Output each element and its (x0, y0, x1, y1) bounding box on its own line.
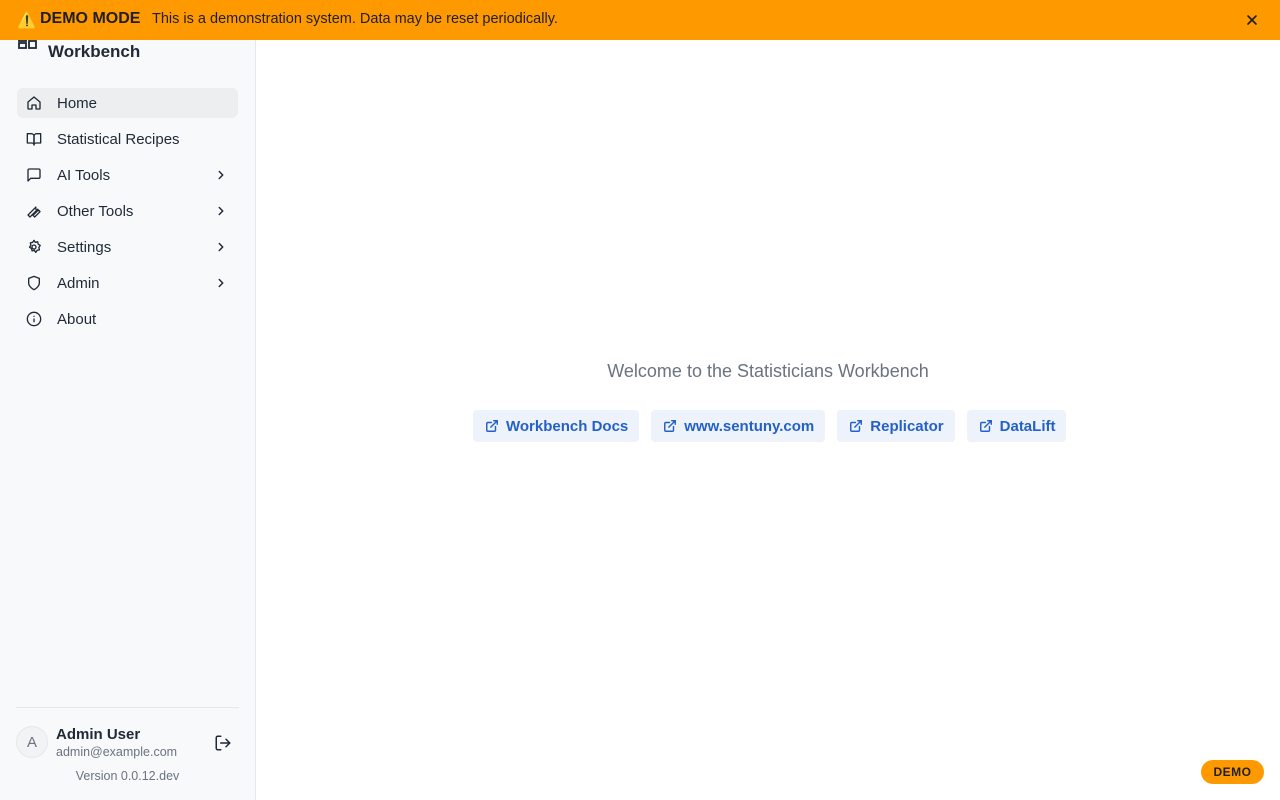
link-label: www.sentuny.com (684, 417, 815, 435)
link-label: Replicator (870, 417, 944, 435)
wrench-icon (26, 203, 42, 219)
sidebar-item-label: Settings (57, 239, 112, 256)
logout-icon[interactable] (214, 734, 232, 752)
chevron-right-icon (214, 168, 228, 182)
sidebar-item-label: Home (57, 95, 98, 112)
sidebar-item-label: Other Tools (57, 203, 134, 220)
demo-badge: DEMO (1201, 760, 1264, 784)
sidebar-item-about[interactable]: About (17, 304, 238, 334)
sidebar-item-other-tools[interactable]: Other Tools (17, 196, 238, 226)
user-name: Admin User (56, 726, 141, 743)
link-datalift[interactable]: DataLift (966, 410, 1067, 442)
demo-banner: ⚠️ DEMO MODE This is a demonstration sys… (0, 0, 1280, 40)
sidebar-item-label: Admin (57, 275, 100, 292)
external-link-icon (849, 419, 863, 433)
message-square-icon (26, 167, 42, 183)
welcome-heading: Welcome to the Statisticians Workbench (607, 361, 929, 381)
sidebar-item-label: About (57, 311, 97, 328)
home-icon (26, 95, 42, 111)
warning-icon: ⚠️ (17, 12, 37, 29)
banner-message: This is a demonstration system. Data may… (152, 11, 558, 27)
close-icon[interactable] (1244, 12, 1260, 28)
sidebar-item-home[interactable]: Home (17, 88, 238, 118)
app-title: Workbench (48, 42, 141, 61)
sidebar-nav: Home Statistical Recipes AI Tools Other … (17, 88, 238, 340)
external-link-icon (979, 419, 993, 433)
chevron-right-icon (214, 204, 228, 218)
sidebar-item-label: AI Tools (57, 167, 111, 184)
chevron-right-icon (214, 240, 228, 254)
link-sentuny[interactable]: www.sentuny.com (651, 410, 826, 442)
chevron-right-icon (214, 276, 228, 290)
link-workbench-docs[interactable]: Workbench Docs (473, 410, 640, 442)
sidebar-item-admin[interactable]: Admin (17, 268, 238, 298)
user-email: admin@example.com (56, 745, 178, 759)
gear-icon (26, 239, 42, 255)
shield-icon (26, 275, 42, 291)
info-icon (26, 311, 42, 327)
link-replicator[interactable]: Replicator (837, 410, 955, 442)
sidebar-item-label: Statistical Recipes (57, 131, 180, 148)
sidebar: Workbench Home Statistical Recipes AI To… (0, 0, 256, 800)
sidebar-item-ai-tools[interactable]: AI Tools (17, 160, 238, 190)
link-label: DataLift (999, 417, 1056, 435)
user-panel: A Admin User admin@example.com Version 0… (16, 707, 239, 800)
quick-links: Workbench Docs www.sentuny.com Replicato… (473, 410, 1067, 442)
sidebar-item-settings[interactable]: Settings (17, 232, 238, 262)
avatar[interactable]: A (16, 726, 48, 758)
external-link-icon (663, 419, 677, 433)
book-open-icon (26, 131, 42, 147)
banner-title: DEMO MODE (40, 10, 141, 27)
external-link-icon (485, 419, 499, 433)
app-version: Version 0.0.12.dev (75, 769, 180, 783)
link-label: Workbench Docs (506, 417, 629, 435)
sidebar-item-statistical-recipes[interactable]: Statistical Recipes (17, 124, 238, 154)
